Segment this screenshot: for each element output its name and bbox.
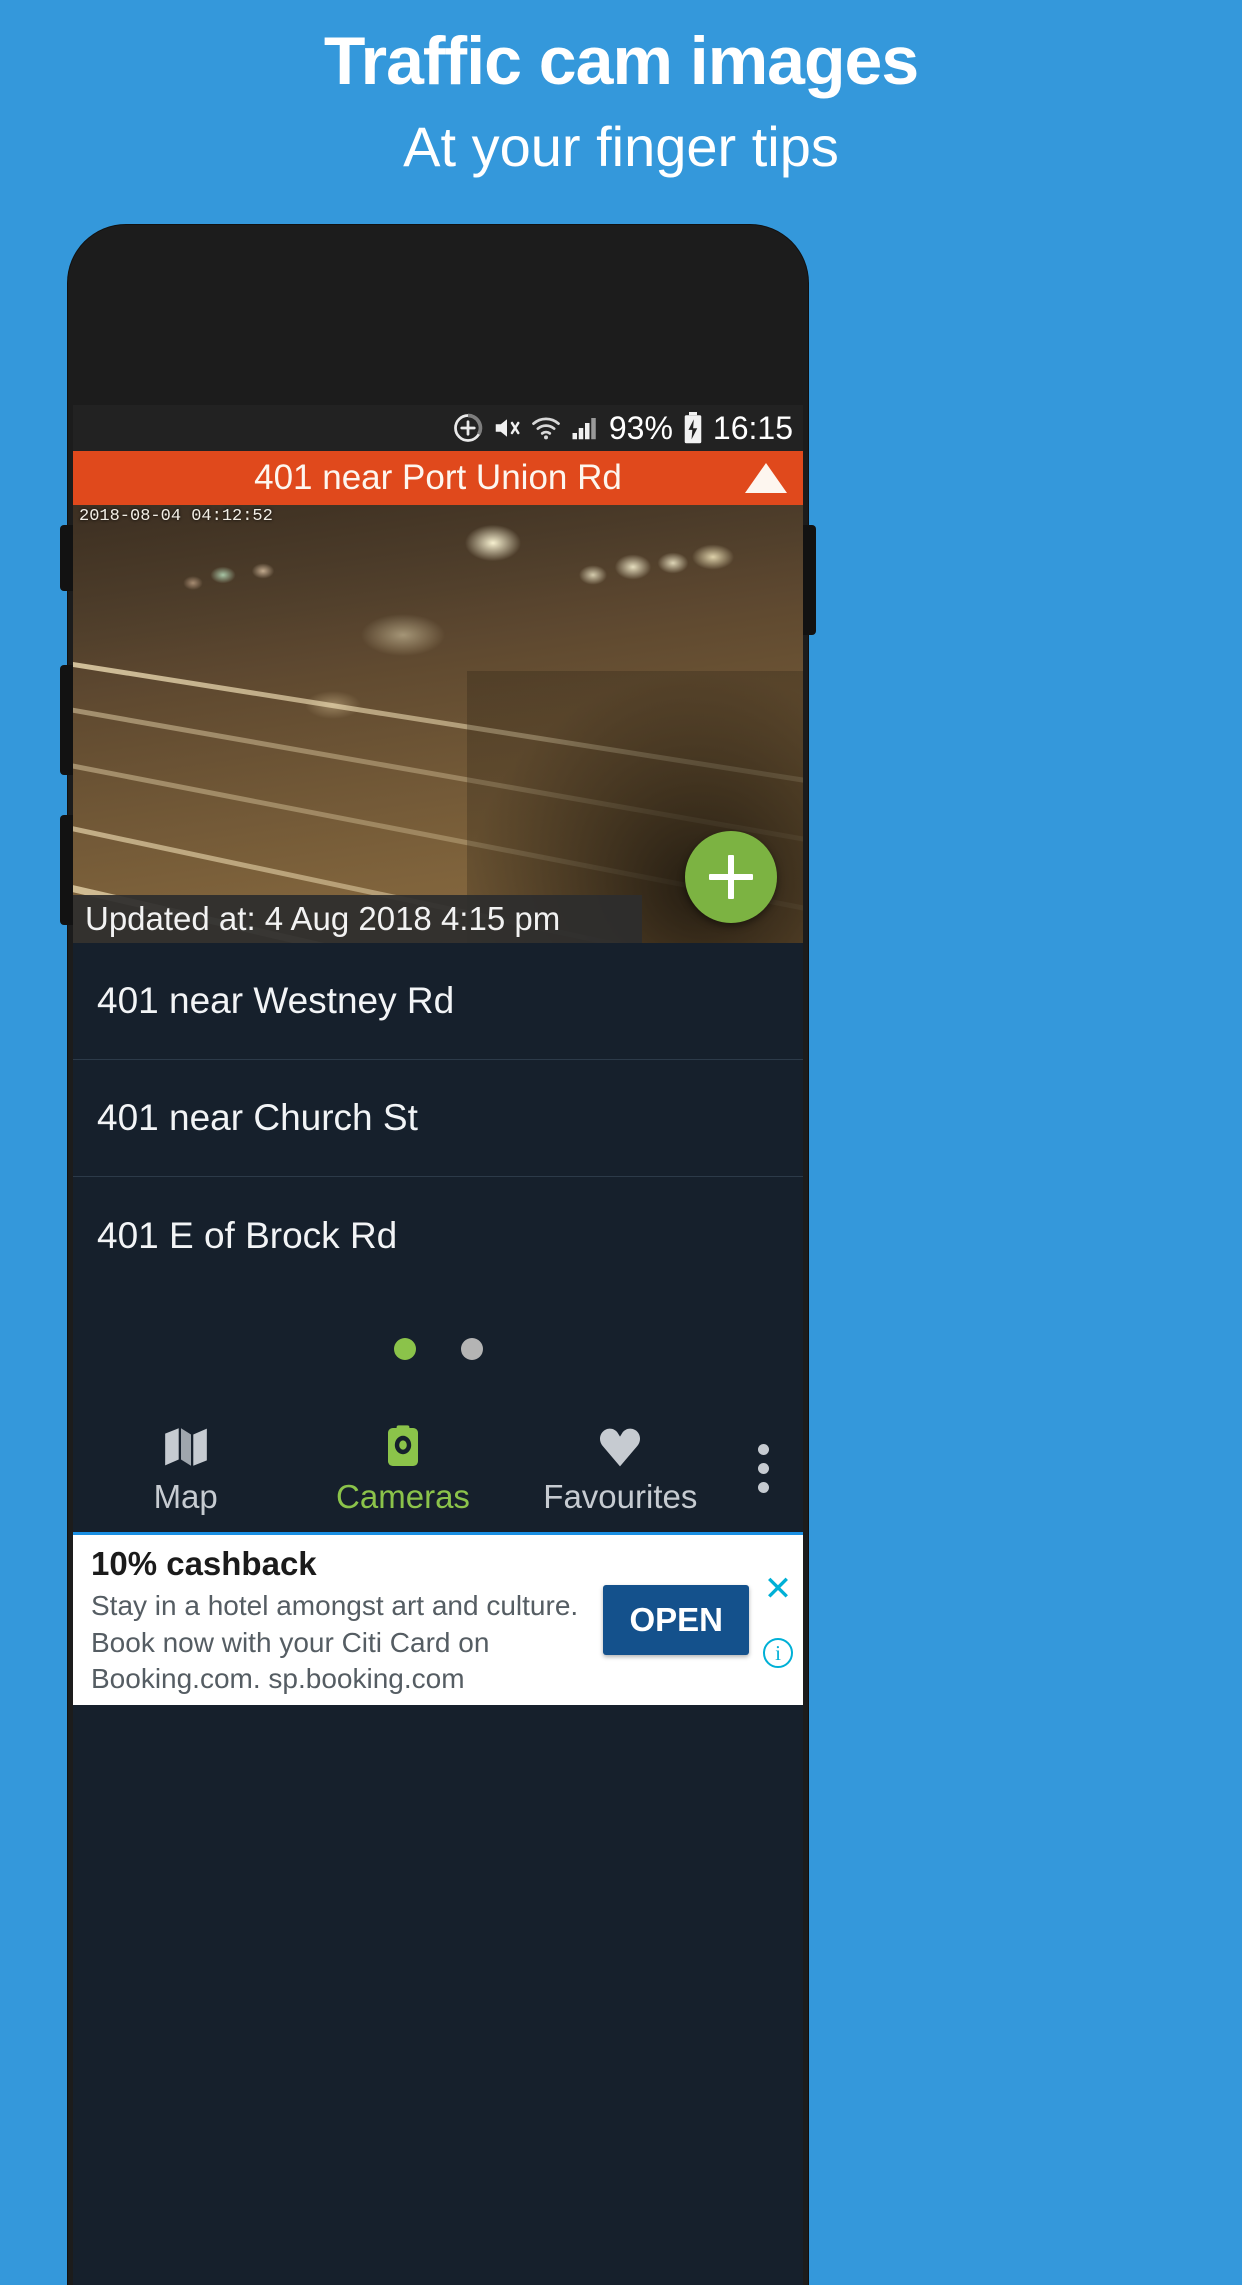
volume-down-button[interactable] [60, 665, 74, 775]
ad-controls: ✕ i [759, 1572, 799, 1669]
camera-title-bar[interactable]: 401 near Port Union Rd [73, 451, 803, 505]
ad-text-block: 10% cashback Stay in a hotel amongst art… [91, 1543, 603, 1697]
wifi-icon [531, 413, 561, 443]
ad-headline: 10% cashback [91, 1545, 317, 1582]
ad-banner[interactable]: 10% cashback Stay in a hotel amongst art… [73, 1532, 803, 1706]
overflow-dot [758, 1481, 770, 1493]
more-vertical-icon[interactable] [729, 1443, 799, 1493]
map-icon [159, 1420, 213, 1472]
pager-dots [73, 1294, 803, 1404]
nav-item-map[interactable]: Map [77, 1420, 294, 1516]
clock-label: 16:15 [712, 410, 793, 446]
camera-name: 401 near Church St [97, 1097, 418, 1138]
close-icon[interactable]: ✕ [764, 1572, 793, 1606]
camera-image[interactable]: 2018-08-04 04:12:52 Updated at: 4 Aug 20… [73, 505, 803, 943]
nav-label: Cameras [336, 1478, 470, 1515]
ad-body: Stay in a hotel amongst art and culture.… [91, 1590, 579, 1695]
list-item[interactable]: 401 near Westney Rd [73, 943, 803, 1060]
nav-item-cameras[interactable]: Cameras [294, 1420, 511, 1516]
updated-at-label: Updated at: 4 Aug 2018 4:15 pm [85, 900, 561, 937]
status-bar: 93% 16:15 [73, 405, 803, 451]
cell-signal-icon [570, 413, 600, 443]
nav-label: Favourites [543, 1478, 698, 1515]
add-favourite-button[interactable] [685, 831, 777, 923]
info-icon[interactable]: i [763, 1638, 793, 1669]
list-item[interactable]: 401 near Church St [73, 1060, 803, 1177]
phone-device: 93% 16:15 401 near Port Union Rd 2018-08… [60, 225, 816, 2285]
battery-charging-icon [682, 412, 704, 444]
list-item[interactable]: 401 E of Brock Rd [73, 1177, 803, 1294]
volume-mute-icon [492, 413, 522, 443]
camera-name: 401 near Westney Rd [97, 980, 455, 1021]
phone-screen: 93% 16:15 401 near Port Union Rd 2018-08… [73, 405, 803, 2285]
triangle-up-icon[interactable] [745, 463, 787, 493]
camera-name: 401 E of Brock Rd [97, 1214, 398, 1256]
camera-list: 401 near Westney Rd 401 near Church St 4… [73, 943, 803, 1294]
ad-open-button[interactable]: OPEN [603, 1585, 749, 1656]
pager-dot-active[interactable] [393, 1338, 416, 1360]
pager-dot[interactable] [460, 1338, 483, 1360]
page-title: 401 near Port Union Rd [254, 458, 622, 497]
do-not-disturb-icon [453, 413, 483, 443]
bottom-navigation: Map Cameras Favourites [73, 1404, 803, 1532]
overflow-dot [758, 1443, 770, 1455]
camera-timestamp: 2018-08-04 04:12:52 [79, 507, 273, 526]
assistant-button[interactable] [60, 815, 74, 925]
promo-subtitle: At your finger tips [403, 115, 839, 179]
heart-icon [593, 1420, 647, 1472]
power-button[interactable] [802, 525, 816, 635]
overflow-dot [758, 1462, 770, 1474]
nav-item-favourites[interactable]: Favourites [512, 1420, 729, 1516]
promo-header: Traffic cam images At your finger tips [0, 0, 1242, 178]
volume-up-button[interactable] [60, 525, 74, 591]
nav-label: Map [153, 1478, 218, 1515]
plus-icon [709, 855, 753, 899]
promo-title: Traffic cam images [323, 23, 919, 99]
camera-icon [379, 1420, 427, 1472]
battery-percent-label: 93% [608, 410, 673, 446]
updated-at-bar: Updated at: 4 Aug 2018 4:15 pm [73, 895, 643, 943]
